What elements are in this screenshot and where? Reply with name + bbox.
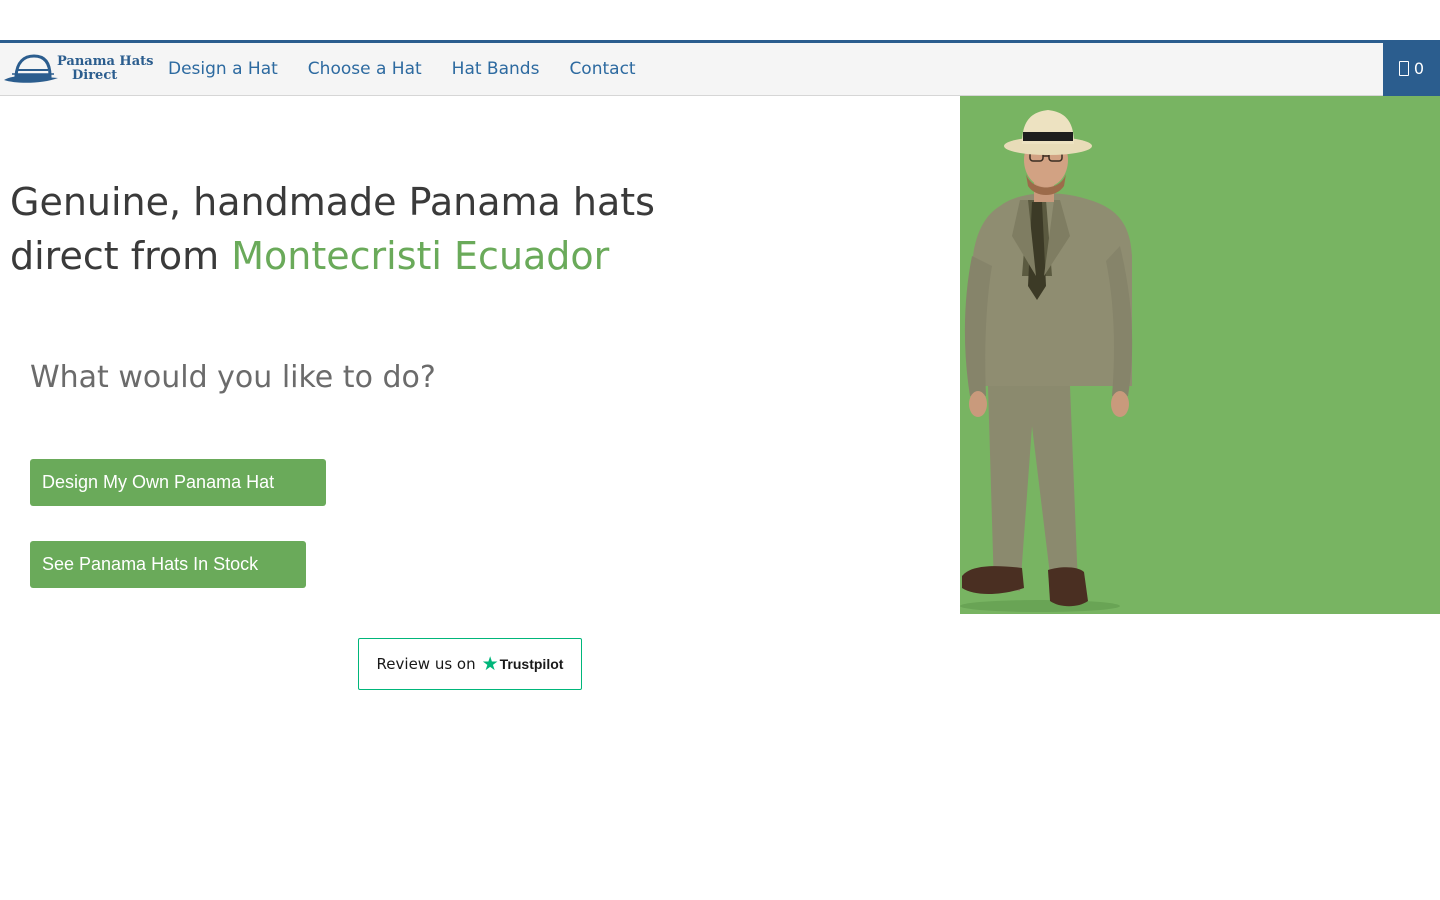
cart-icon (1398, 60, 1409, 76)
hat-logo-icon (4, 54, 58, 83)
nav-link-choose-a-hat[interactable]: Choose a Hat (293, 43, 437, 96)
hero-headline: Genuine, handmade Panama hats direct fro… (10, 175, 730, 283)
trustpilot-review-button[interactable]: Review us on ★ Trustpilot (358, 638, 582, 690)
nav-link-design-a-hat[interactable]: Design a Hat (153, 43, 293, 96)
cart-count: 0 (1413, 58, 1425, 78)
trustpilot-brand: Trustpilot (499, 656, 564, 672)
nav-link-hat-bands[interactable]: Hat Bands (437, 43, 555, 96)
main-navbar: Panama Hats Direct Design a Hat Choose a… (0, 40, 1440, 96)
see-hats-in-stock-button[interactable]: See Panama Hats In Stock (30, 541, 306, 588)
nav-links: Design a Hat Choose a Hat Hat Bands Cont… (153, 43, 651, 96)
man-in-panama-hat-icon (960, 110, 1133, 612)
trustpilot-logo: ★ Trustpilot (481, 652, 564, 675)
trustpilot-text: Review us on (376, 655, 476, 673)
logo-text-line2: Direct (72, 68, 118, 83)
logo-text-line1: Panama Hats (57, 54, 154, 69)
hero-photo (960, 96, 1440, 614)
nav-link-contact[interactable]: Contact (554, 43, 650, 96)
brand-logo[interactable]: Panama Hats Direct (2, 50, 156, 88)
trustpilot-star-icon: ★ (481, 652, 499, 675)
cart-button[interactable]: 0 (1383, 40, 1440, 96)
headline-accent: Montecristi Ecuador (231, 234, 610, 278)
design-own-hat-button[interactable]: Design My Own Panama Hat (30, 459, 326, 506)
hero-question: What would you like to do? (30, 360, 436, 395)
